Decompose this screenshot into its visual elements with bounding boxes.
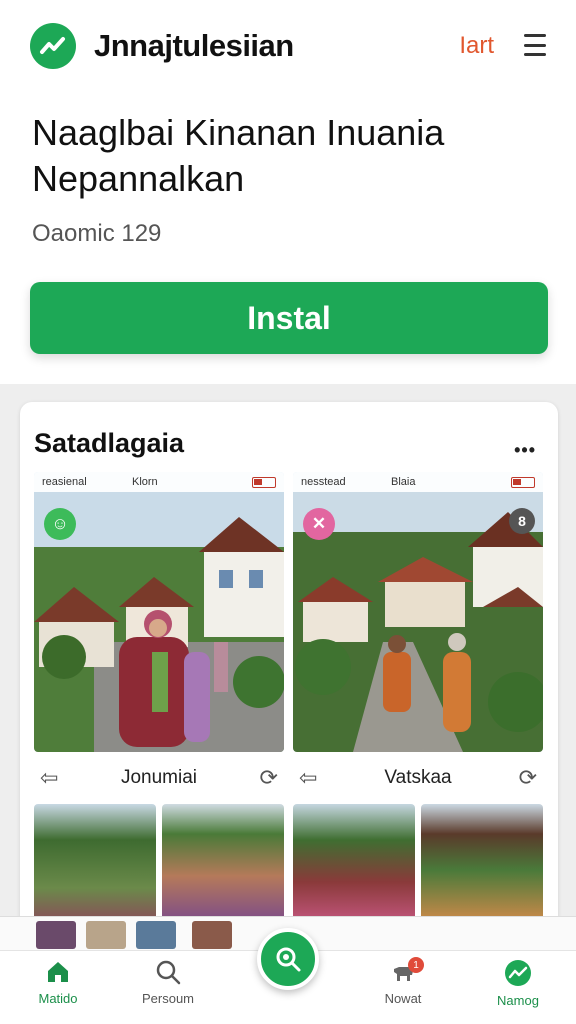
battery-icon bbox=[511, 476, 535, 488]
language-toggle[interactable]: Iart bbox=[459, 32, 494, 60]
nav-label-notifications: Nowat bbox=[384, 991, 422, 1006]
status-time: Klorn bbox=[132, 476, 158, 488]
status-carrier: nesstead bbox=[301, 476, 346, 488]
status-bar: reasienal Klorn bbox=[34, 472, 284, 492]
mini-thumbnail[interactable] bbox=[36, 921, 76, 949]
count-badge: 8 bbox=[509, 508, 535, 534]
caption-left: Jonumiai bbox=[120, 767, 198, 788]
app-name: Jnnajtulesiian bbox=[94, 28, 294, 63]
share-icon[interactable]: ⟳ bbox=[519, 765, 537, 791]
share-icon[interactable]: ⟳ bbox=[260, 765, 278, 791]
caption-right: Vatskaa bbox=[384, 767, 452, 788]
mini-thumbnail[interactable] bbox=[192, 921, 232, 949]
battery-icon bbox=[252, 476, 276, 488]
nav-item-notifications[interactable]: 1 Nowat bbox=[358, 951, 448, 1024]
status-bar: nesstead Blaia bbox=[293, 472, 543, 492]
caption-row-right: ⇦ Vatskaa ⟳ bbox=[293, 760, 543, 796]
thumbnail-group-left bbox=[34, 804, 284, 924]
app-logo-icon[interactable] bbox=[30, 23, 76, 69]
trend-icon bbox=[40, 37, 65, 54]
screenshot-left[interactable]: reasienal Klorn ☺ bbox=[34, 472, 284, 752]
thumbnail-image[interactable] bbox=[34, 804, 156, 924]
back-icon[interactable]: ⇦ bbox=[40, 765, 58, 791]
search-icon bbox=[276, 947, 301, 972]
nav-label-trending: Namog bbox=[497, 993, 539, 1008]
screenshot-right[interactable]: nesstead Blaia ✕ 8 bbox=[293, 472, 543, 752]
status-carrier: reasienal bbox=[42, 476, 87, 488]
listing-meta: Oaomic 129 bbox=[32, 220, 162, 247]
install-button[interactable]: Instal bbox=[30, 282, 548, 354]
nav-item-home[interactable]: Matido bbox=[13, 951, 103, 1024]
notification-badge: 1 bbox=[408, 957, 424, 973]
close-icon[interactable]: ✕ bbox=[303, 508, 335, 540]
thumbnail-image[interactable] bbox=[162, 804, 284, 924]
status-time: Blaia bbox=[391, 476, 416, 488]
more-options-icon[interactable]: ••• bbox=[514, 440, 536, 461]
mini-thumbnail[interactable] bbox=[86, 921, 126, 949]
back-icon[interactable]: ⇦ bbox=[299, 765, 317, 791]
thumbnail-group-right bbox=[293, 804, 543, 924]
nav-label-search: Persoum bbox=[141, 991, 195, 1006]
trend-icon bbox=[505, 960, 531, 986]
listing-title: Naaglbai Kinanan Inuania Nepannalkan bbox=[32, 112, 445, 199]
search-fab-button[interactable] bbox=[257, 928, 319, 990]
gallery-card: Satadlagaia ••• reasienal Klorn ☺ nesste… bbox=[20, 402, 558, 962]
nav-label-home: Matido bbox=[38, 991, 78, 1006]
thumbnail-image[interactable] bbox=[421, 804, 543, 924]
caption-row-left: ⇦ Jonumiai ⟳ bbox=[34, 760, 284, 796]
leaf-icon[interactable]: ☺ bbox=[44, 508, 76, 540]
thumbnail-image[interactable] bbox=[293, 804, 415, 924]
nav-item-search[interactable]: Persoum bbox=[123, 951, 213, 1024]
gallery-title: Satadlagaia bbox=[34, 428, 185, 458]
search-icon bbox=[156, 960, 181, 985]
home-icon bbox=[48, 962, 68, 982]
menu-icon[interactable] bbox=[524, 34, 546, 56]
nav-item-trending[interactable]: Namog bbox=[473, 951, 563, 1024]
mini-thumbnail[interactable] bbox=[136, 921, 176, 949]
